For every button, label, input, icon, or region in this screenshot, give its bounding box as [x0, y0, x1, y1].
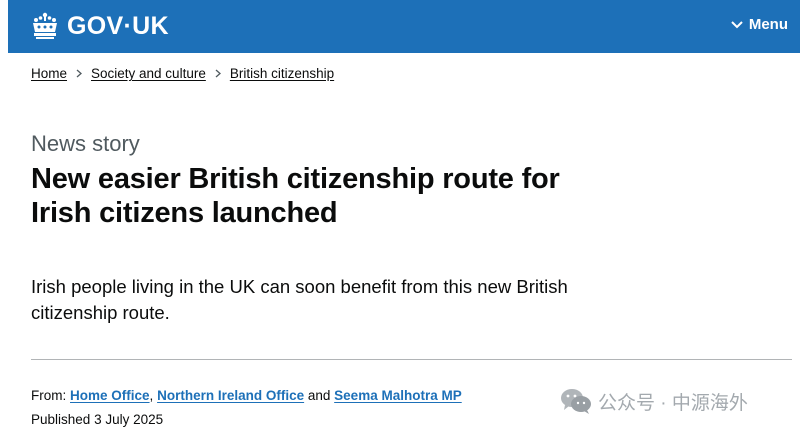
- lede-summary: Irish people living in the UK can soon b…: [31, 276, 568, 323]
- from-metadata: From: Home Office, Northern Ireland Offi…: [31, 388, 462, 403]
- breadcrumb: Home Society and culture British citizen…: [31, 66, 334, 81]
- crown-icon: [33, 12, 57, 39]
- link-home-office[interactable]: Home Office: [70, 388, 150, 403]
- wechat-icon: [561, 389, 591, 414]
- link-northern-ireland-office[interactable]: Northern Ireland Office: [157, 388, 304, 403]
- breadcrumb-chevron-icon: [76, 69, 83, 78]
- from-label: From:: [31, 388, 67, 403]
- breadcrumb-society-and-culture[interactable]: Society and culture: [91, 66, 206, 81]
- published-metadata: Published 3 July 2025: [31, 412, 163, 427]
- page-caption: News story: [31, 131, 140, 156]
- watermark: 公众号 · 中源海外: [560, 387, 748, 415]
- breadcrumb-chevron-icon: [215, 69, 221, 78]
- published-label: Published: [31, 412, 91, 427]
- chevron-down-icon: [731, 20, 743, 28]
- watermark-text: 公众号 · 中源海外: [598, 392, 748, 414]
- breadcrumb-home[interactable]: Home: [31, 66, 67, 81]
- govuk-logo-link[interactable]: GOV·UK: [30, 10, 169, 42]
- logo-text: GOV·UK: [67, 11, 169, 40]
- page-title: New easier British citizenship route for…: [31, 163, 560, 229]
- menu-button[interactable]: Menu: [731, 16, 788, 33]
- menu-label: Menu: [748, 16, 788, 33]
- section-divider: [31, 359, 792, 360]
- breadcrumb-british-citizenship[interactable]: British citizenship: [230, 66, 334, 81]
- site-header: GOV·UK Menu: [8, 0, 800, 53]
- from-comma: ,: [149, 388, 154, 403]
- link-seema-malhotra[interactable]: Seema Malhotra MP: [334, 388, 462, 403]
- from-and: and: [307, 388, 331, 403]
- published-date: 3 July 2025: [94, 412, 164, 427]
